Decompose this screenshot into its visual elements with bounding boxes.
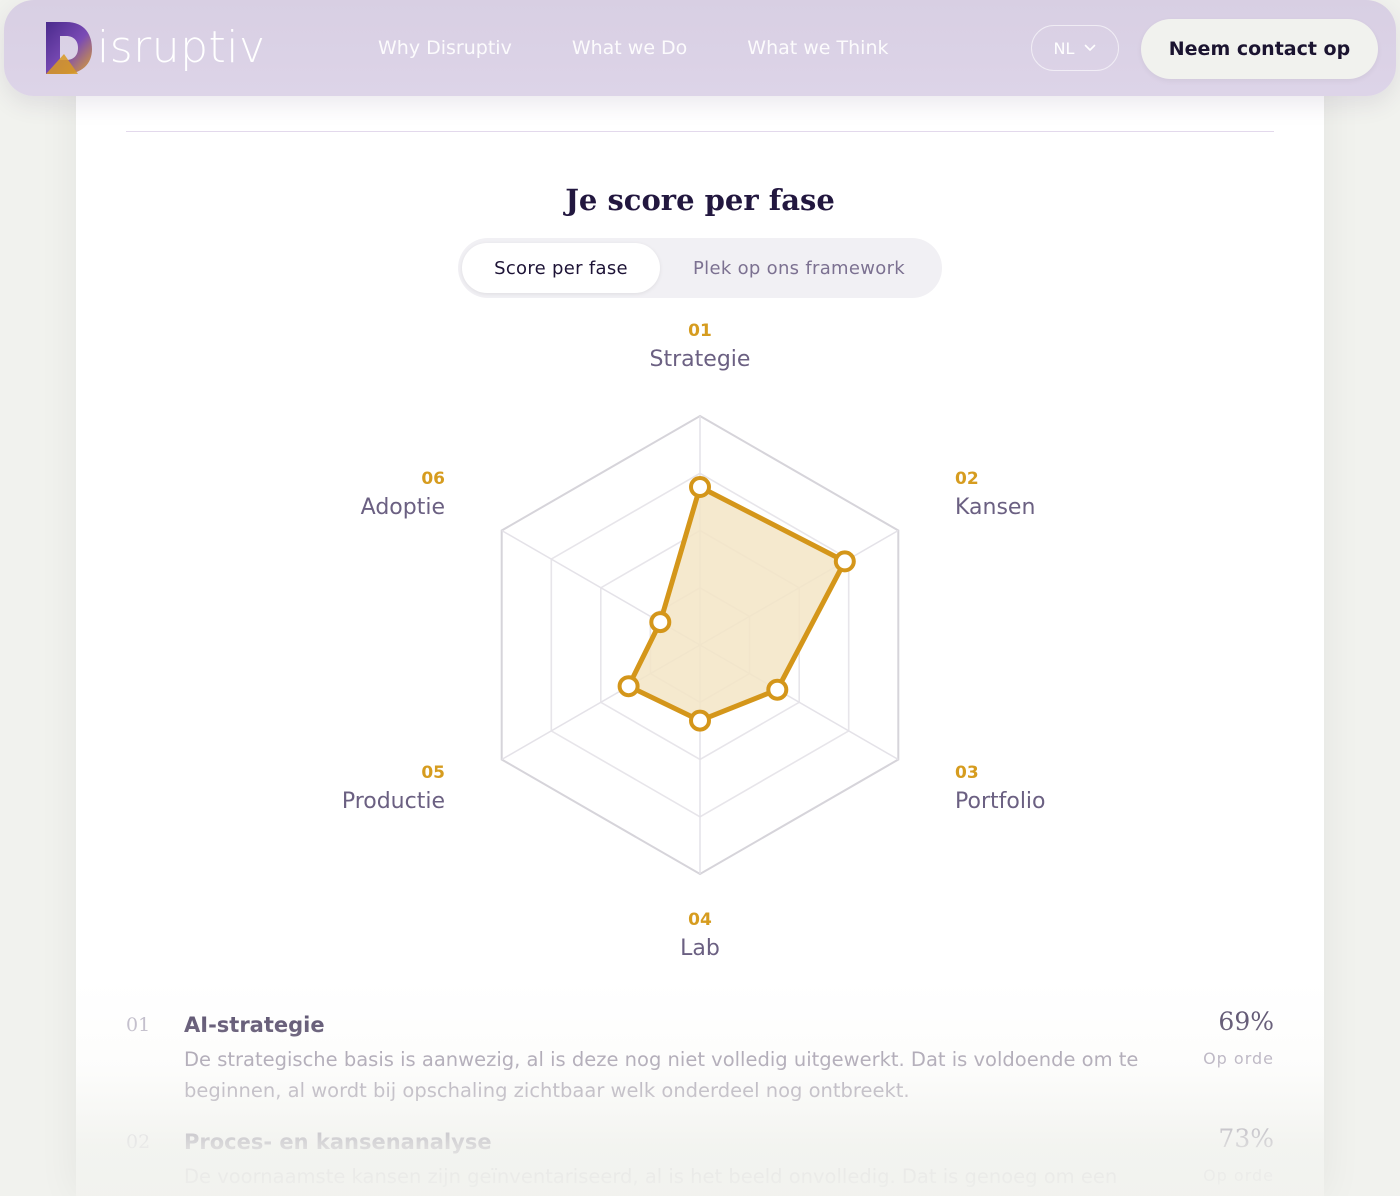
tab-plek-op-framework[interactable]: Plek op ons framework: [668, 243, 930, 293]
axis-name: Lab: [680, 936, 720, 961]
section-title: Je score per fase: [565, 183, 835, 217]
axis-label-kansen: 02 Kansen: [955, 466, 1175, 524]
axis-label-strategie: 01 Strategie: [590, 318, 810, 376]
row-number: 02: [126, 1131, 151, 1153]
axis-label-productie: 05 Productie: [225, 760, 445, 818]
axis-number: 06: [421, 469, 445, 489]
axis-label-adoptie: 06 Adoptie: [225, 466, 445, 524]
axis-name: Productie: [341, 789, 445, 814]
data-point-kansen: [833, 550, 856, 573]
contact-button[interactable]: Neem contact op: [1141, 19, 1378, 79]
row-percentage: 69%: [1218, 1007, 1274, 1036]
disruptiv-logo-icon: [46, 22, 92, 74]
nav-links: Why Disruptiv What we Do What we Think: [378, 34, 949, 62]
axis-number: 02: [955, 469, 979, 489]
data-point-adoptie: [649, 611, 672, 634]
data-point-productie: [617, 675, 640, 698]
chevron-down-icon: [1085, 44, 1096, 51]
language-selector[interactable]: NL: [1031, 25, 1119, 71]
axis-name: Adoptie: [360, 495, 445, 520]
axis-name: Kansen: [955, 495, 1036, 520]
row-title: Proces- en kansenanalyse: [184, 1130, 492, 1154]
nav-link-what-we-think[interactable]: What we Think: [747, 34, 888, 62]
list-item: 02 Proces- en kansenanalyse De voornaams…: [126, 1124, 1274, 1196]
row-number: 01: [126, 1014, 151, 1036]
axis-number: 04: [688, 910, 712, 930]
nav-link-why-disruptiv[interactable]: Why Disruptiv: [378, 34, 512, 62]
axis-name: Portfolio: [955, 789, 1046, 814]
list-item: 01 AI-strategie De strategische basis is…: [126, 1007, 1274, 1110]
language-label: NL: [1053, 38, 1075, 58]
nav-link-what-we-do[interactable]: What we Do: [572, 34, 687, 62]
axis-number: 01: [688, 321, 712, 341]
data-point-lab: [689, 709, 711, 732]
navbar: isruptiv Why Disruptiv What we Do What w…: [4, 0, 1396, 96]
axis-label-lab: 04 Lab: [590, 907, 810, 965]
brand-name: isruptiv: [97, 22, 266, 73]
row-status: Op orde: [1203, 1049, 1274, 1068]
view-toggle: Score per fase Plek op ons framework: [458, 238, 942, 298]
brand-logo[interactable]: isruptiv: [42, 18, 266, 78]
row-title: AI-strategie: [184, 1013, 325, 1037]
row-status: Op orde: [1203, 1166, 1274, 1185]
row-description: De voornaamste kansen zijn geïnventarise…: [184, 1165, 1118, 1188]
data-point-portfolio: [766, 678, 789, 701]
axis-number: 05: [421, 763, 445, 783]
row-percentage: 73%: [1218, 1124, 1274, 1153]
axis-label-portfolio: 03 Portfolio: [955, 760, 1175, 818]
axis-name: Strategie: [649, 347, 751, 372]
tab-score-per-fase[interactable]: Score per fase: [462, 243, 660, 293]
row-description: De strategische basis is aanwezig, al is…: [184, 1048, 1139, 1102]
divider: [126, 131, 1274, 132]
data-point-strategie: [689, 476, 711, 498]
axis-number: 03: [955, 763, 979, 783]
